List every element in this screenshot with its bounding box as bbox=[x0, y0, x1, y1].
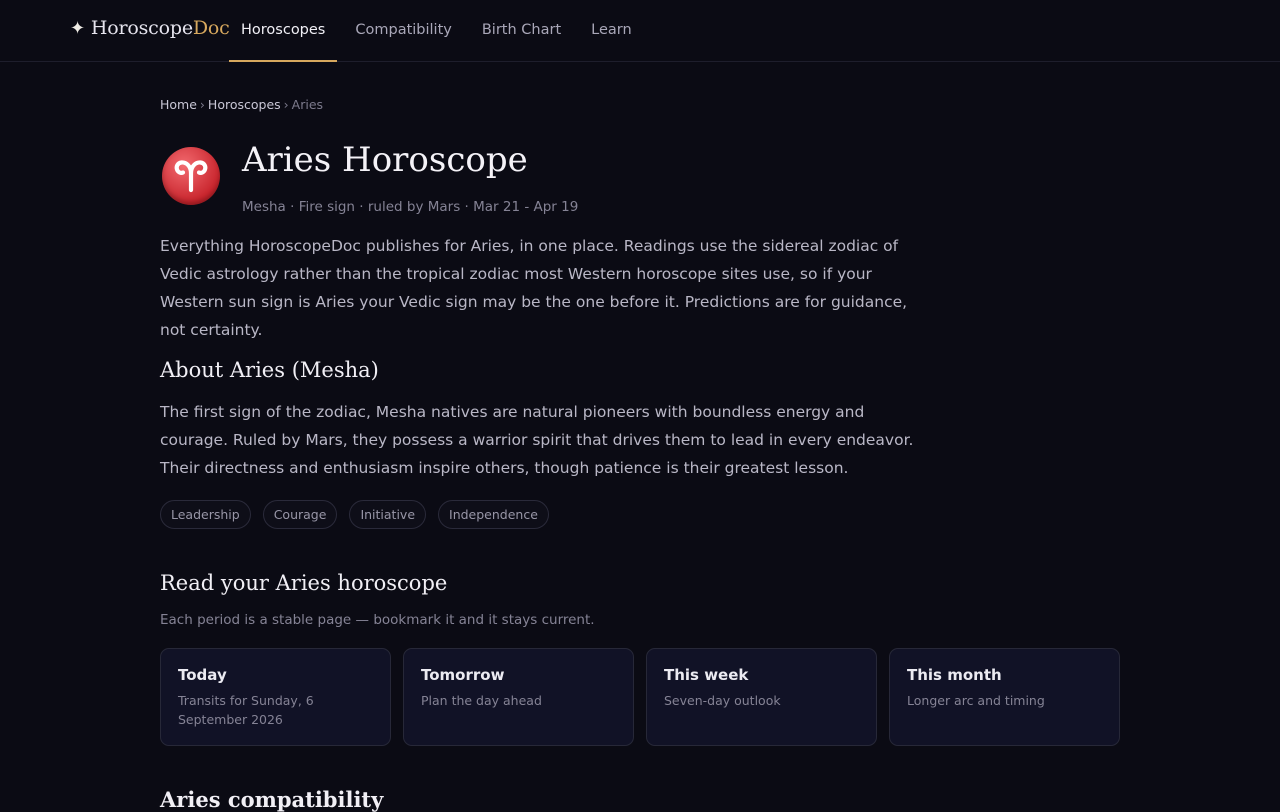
read-horoscope-note: Each period is a stable page — bookmark … bbox=[160, 612, 595, 628]
brand-name-main: Horoscope bbox=[90, 17, 193, 39]
intro-paragraph: Everything HoroscopeDoc publishes for Ar… bbox=[160, 237, 908, 339]
sparkle-icon: ✦ bbox=[70, 17, 85, 39]
aries-symbol-icon bbox=[162, 147, 220, 205]
breadcrumb: Home › Horoscopes › Aries bbox=[160, 97, 323, 112]
breadcrumb-separator: › bbox=[199, 97, 205, 112]
sign-subtitle: Mesha · Fire sign · ruled by Mars · Mar … bbox=[242, 199, 579, 215]
card-title: This month bbox=[907, 666, 1002, 684]
brand-logo[interactable]: ✦ HoroscopeDoc bbox=[70, 17, 230, 39]
breadcrumb-separator: › bbox=[283, 97, 289, 112]
breadcrumb-horoscopes[interactable]: Horoscopes bbox=[208, 97, 281, 112]
aries-glyph bbox=[174, 160, 208, 193]
brand-name: HoroscopeDoc bbox=[91, 17, 230, 39]
card-description: Plan the day ahead bbox=[421, 693, 542, 708]
trait-tag: Independence bbox=[438, 500, 549, 529]
card-description: Transits for Sunday, 6 September 2026 bbox=[178, 693, 314, 727]
card-title: This week bbox=[664, 666, 749, 684]
brand-name-accent: Doc bbox=[192, 17, 230, 39]
nav-item-horoscopes[interactable]: Horoscopes bbox=[229, 0, 338, 62]
card-title: Today bbox=[178, 666, 227, 684]
nav-item-birth-chart[interactable]: Birth Chart bbox=[470, 0, 573, 62]
read-horoscope-heading: Read your Aries horoscope bbox=[160, 571, 448, 595]
period-card-this-week[interactable]: This week Seven-day outlook bbox=[646, 648, 877, 746]
nav-item-learn[interactable]: Learn bbox=[579, 0, 644, 62]
page-title: Aries Horoscope bbox=[242, 140, 528, 180]
card-description: Longer arc and timing bbox=[907, 693, 1045, 708]
top-navigation-bar: ✦ HoroscopeDoc Horoscopes Compatibility … bbox=[0, 0, 1280, 62]
period-card-tomorrow[interactable]: Tomorrow Plan the day ahead bbox=[403, 648, 634, 746]
breadcrumb-home[interactable]: Home bbox=[160, 97, 197, 112]
main-nav: Horoscopes Compatibility Birth Chart Lea… bbox=[229, 0, 650, 62]
nav-item-compatibility[interactable]: Compatibility bbox=[343, 0, 463, 62]
period-cards: Today Transits for Sunday, 6 September 2… bbox=[160, 648, 1120, 746]
trait-tag: Initiative bbox=[349, 500, 427, 529]
period-card-today[interactable]: Today Transits for Sunday, 6 September 2… bbox=[160, 648, 391, 746]
period-card-this-month[interactable]: This month Longer arc and timing bbox=[889, 648, 1120, 746]
about-paragraph: The first sign of the zodiac, Mesha nati… bbox=[160, 403, 914, 477]
trait-tag: Leadership bbox=[160, 500, 251, 529]
card-description: Seven-day outlook bbox=[664, 693, 781, 708]
trait-tags: Leadership Courage Initiative Independen… bbox=[160, 500, 549, 529]
about-heading: About Aries (Mesha) bbox=[160, 358, 379, 382]
breadcrumb-current: Aries bbox=[291, 97, 324, 112]
card-title: Tomorrow bbox=[421, 666, 505, 684]
trait-tag: Courage bbox=[262, 500, 338, 529]
